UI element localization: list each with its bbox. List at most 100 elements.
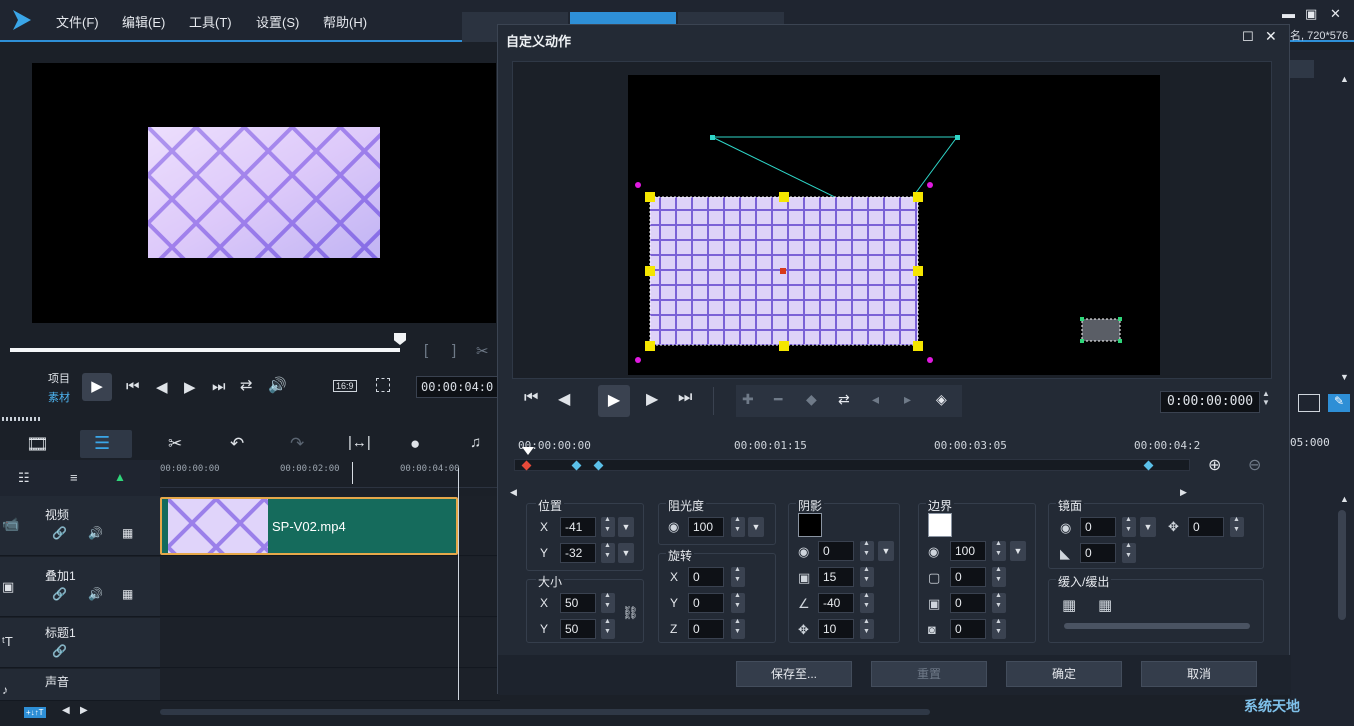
rotation-y-input[interactable]: 0: [688, 593, 724, 613]
save-to-button[interactable]: 保存至...: [736, 661, 852, 687]
mirror-fade-spinner[interactable]: [1122, 542, 1136, 563]
menu-settings[interactable]: 设置(S): [256, 12, 299, 31]
playback-scrubber[interactable]: [10, 348, 400, 352]
fit-project-icon[interactable]: |↔|: [348, 434, 371, 451]
audio-mixer-icon[interactable]: ♫: [470, 434, 481, 451]
storyboard-icon[interactable]: 🎞: [26, 434, 49, 455]
shadow-opacity-input[interactable]: 0: [818, 541, 854, 561]
shadow-opacity-spinner[interactable]: [860, 540, 874, 561]
scrubber-handle[interactable]: [394, 333, 406, 345]
mirror-offset-spinner[interactable]: [1230, 516, 1244, 537]
keyframe-marker[interactable]: [1143, 460, 1154, 471]
link-aspect-icon[interactable]: ⛓: [622, 605, 639, 621]
cancel-button[interactable]: 取消: [1141, 661, 1257, 687]
scroll-right-icon[interactable]: ▶: [1180, 487, 1187, 498]
rotation-z-spinner[interactable]: [731, 618, 745, 639]
position-y-dropdown[interactable]: ▼: [618, 543, 634, 563]
play-button[interactable]: ▶: [82, 373, 112, 401]
mute-icon[interactable]: 🔊: [88, 526, 103, 540]
undo-icon[interactable]: ↶: [230, 434, 244, 454]
edit-icon[interactable]: ✎: [1328, 394, 1350, 412]
mirror-opacity-input[interactable]: 0: [1080, 517, 1116, 537]
size-x-spinner[interactable]: [601, 592, 615, 613]
scissors-icon[interactable]: ✂: [476, 342, 489, 360]
scroll-left-icon[interactable]: ◀: [62, 705, 70, 716]
mute-icon[interactable]: 🔊: [88, 587, 103, 601]
clip-mode-label[interactable]: 素材: [48, 389, 70, 405]
timeline-icon[interactable]: ☰: [94, 433, 110, 454]
mirror-fade-input[interactable]: 0: [1080, 543, 1116, 563]
keyframe-marker[interactable]: [521, 460, 532, 471]
keyframe-marker[interactable]: [593, 460, 604, 471]
move-left-icon[interactable]: ◂: [872, 391, 879, 408]
scroll-right-icon[interactable]: ▶: [80, 705, 88, 716]
vertical-scrollbar[interactable]: [1338, 510, 1346, 620]
record-icon[interactable]: ●: [410, 434, 420, 454]
volume-icon[interactable]: 🔊: [268, 376, 287, 394]
close-window-icon[interactable]: ✕: [1330, 6, 1341, 22]
next-frame-icon[interactable]: ▶︎: [646, 389, 658, 409]
border-soft-spinner[interactable]: [992, 592, 1006, 613]
track-manager-icon[interactable]: ☷: [18, 470, 30, 486]
mirror-offset-input[interactable]: 0: [1188, 517, 1224, 537]
scroll-left-icon[interactable]: ◀: [510, 487, 517, 498]
mirror-opacity-dropdown[interactable]: ▼: [1140, 517, 1156, 537]
scroll-up-icon[interactable]: ▲: [1340, 74, 1349, 84]
restore-icon[interactable]: ▣: [1305, 6, 1317, 22]
move-right-icon[interactable]: ▸: [904, 391, 911, 408]
horizontal-scrollbar[interactable]: [160, 709, 930, 715]
border-radius-input[interactable]: 0: [950, 619, 986, 639]
play-button[interactable]: ▶: [598, 385, 630, 417]
track-body-overlay[interactable]: [160, 557, 500, 617]
mark-out-icon[interactable]: ]: [452, 342, 456, 359]
timeline-ruler[interactable]: 00:00:00:00 00:00:02:00 00:00:04:00: [160, 460, 500, 488]
keyframe-ruler[interactable]: 00:00:00:00 00:00:01:15 00:00:03:05 00:0…: [510, 435, 1200, 497]
close-icon[interactable]: ✕: [1265, 28, 1277, 45]
scroll-up-icon[interactable]: ▲: [1340, 494, 1349, 504]
border-opacity-dropdown[interactable]: ▼: [1010, 541, 1026, 561]
shadow-blur-input[interactable]: 15: [818, 567, 854, 587]
scroll-down-icon[interactable]: ▼: [1340, 372, 1349, 382]
track-body-title[interactable]: [160, 618, 500, 668]
ok-button[interactable]: 确定: [1006, 661, 1122, 687]
opacity-dropdown[interactable]: ▼: [748, 517, 764, 537]
opacity-input[interactable]: 100: [688, 517, 724, 537]
ease-slider[interactable]: [1064, 623, 1250, 629]
maximize-icon[interactable]: ☐: [1242, 29, 1254, 45]
project-mode-label[interactable]: 项目: [48, 370, 70, 386]
rotation-y-spinner[interactable]: [731, 592, 745, 613]
prev-frame-icon[interactable]: ◀︎: [558, 389, 570, 409]
menu-file[interactable]: 文件(F): [56, 12, 99, 31]
border-color-swatch[interactable]: [928, 513, 952, 537]
border-opacity-input[interactable]: 100: [950, 541, 986, 561]
link-icon[interactable]: 🔗: [52, 587, 67, 601]
view-icon[interactable]: [1298, 394, 1320, 412]
size-x-input[interactable]: 50: [560, 593, 596, 613]
rotation-x-input[interactable]: 0: [688, 567, 724, 587]
repeat-icon[interactable]: ⇄: [240, 376, 253, 394]
position-x-dropdown[interactable]: ▼: [618, 517, 634, 537]
go-end-icon[interactable]: ⏭: [678, 389, 692, 407]
zoom-out-icon[interactable]: ⊖: [1248, 455, 1261, 475]
rotation-x-spinner[interactable]: [731, 566, 745, 587]
size-y-spinner[interactable]: [601, 618, 615, 639]
ease-out-icon[interactable]: ▦: [1098, 596, 1112, 614]
link-icon[interactable]: 🔗: [52, 526, 67, 540]
ripple-icon[interactable]: ▦: [122, 526, 133, 540]
shadow-angle-spinner[interactable]: [860, 592, 874, 613]
timeline-playhead[interactable]: [458, 468, 459, 700]
shadow-angle-input[interactable]: -40: [818, 593, 854, 613]
go-end-icon[interactable]: ⏭: [212, 378, 226, 395]
aspect-ratio-button[interactable]: 16:9: [333, 380, 357, 392]
position-x-spinner[interactable]: [601, 516, 615, 537]
preview-canvas[interactable]: [628, 75, 1160, 375]
shadow-color-swatch[interactable]: [798, 513, 822, 537]
reset-button[interactable]: 重置: [871, 661, 987, 687]
opacity-spinner[interactable]: [731, 516, 745, 537]
add-marker-icon[interactable]: ▲: [114, 470, 126, 484]
ease-in-icon[interactable]: ▦: [1062, 596, 1076, 614]
crop-icon[interactable]: [376, 378, 390, 392]
position-y-input[interactable]: -32: [560, 543, 596, 563]
link-icon[interactable]: 🔗: [52, 644, 67, 658]
mark-in-icon[interactable]: [: [424, 342, 428, 359]
